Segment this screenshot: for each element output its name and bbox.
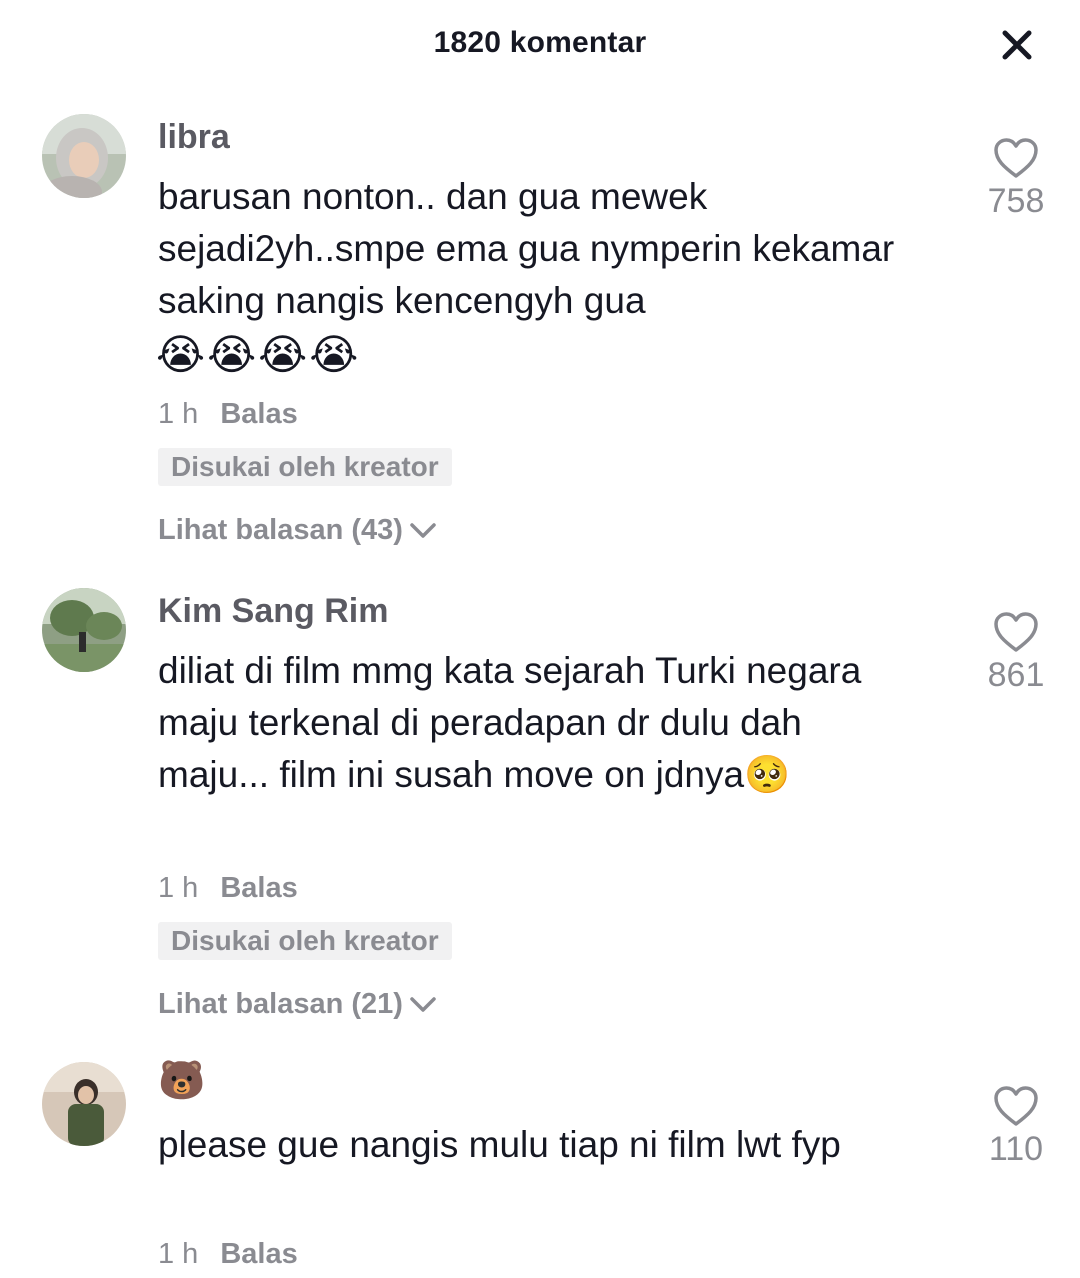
reply-button[interactable]: Balas [220,1238,297,1271]
view-replies-label: Lihat balasan (43) [158,514,403,546]
like-count: 861 [987,656,1045,694]
heart-outline-icon [994,138,1038,178]
heart-outline-icon [994,612,1038,652]
comment-meta: 1 h Balas [158,872,298,905]
comment-username[interactable]: libra [158,118,230,157]
like-button[interactable] [992,136,1040,180]
close-button[interactable] [994,22,1040,68]
like-button[interactable] [992,1084,1040,1128]
reply-button[interactable]: Balas [220,398,297,431]
like-column: 861 [966,610,1066,695]
comment-emojis: 😭😭😭😭 [156,331,361,378]
like-button[interactable] [992,610,1040,654]
reply-button[interactable]: Balas [220,872,297,905]
comments-header: 1820 komentar [0,0,1080,92]
comment-time: 1 h [158,1238,199,1270]
heart-outline-icon [994,1086,1038,1126]
avatar[interactable] [42,1062,126,1146]
like-count: 110 [988,1130,1044,1168]
comment-meta: 1 h Balas [158,1238,298,1271]
comment-username[interactable]: 🐻 [158,1062,205,1100]
comment-text: barusan nonton.. dan gua mewek sejadi2yh… [158,176,895,321]
comment-username[interactable]: Kim Sang Rim [158,592,388,631]
like-column: 758 [966,136,1066,221]
comment-time: 1 h [158,872,199,904]
like-count: 758 [987,182,1045,220]
comment-text: diliat di film mmg kata sejarah Turki ne… [158,650,862,795]
comment-meta: 1 h Balas [158,398,298,431]
chevron-down-icon [410,522,436,538]
avatar[interactable] [42,114,126,198]
comment-text: please gue nangis mulu tiap ni film lwt … [158,1124,841,1165]
view-replies-label: Lihat balasan (21) [158,988,403,1020]
avatar[interactable] [42,588,126,672]
liked-by-creator-badge: Disukai oleh kreator [158,922,452,960]
comment-time: 1 h [158,398,199,430]
like-column: 110 [966,1084,1066,1169]
chevron-down-icon [410,996,436,1012]
view-replies-button[interactable]: Lihat balasan (43) [158,514,439,547]
view-replies-button[interactable]: Lihat balasan (21) [158,988,439,1021]
liked-by-creator-badge: Disukai oleh kreator [158,448,452,486]
close-icon [1002,30,1032,60]
comment-count-title: 1820 komentar [433,26,647,59]
